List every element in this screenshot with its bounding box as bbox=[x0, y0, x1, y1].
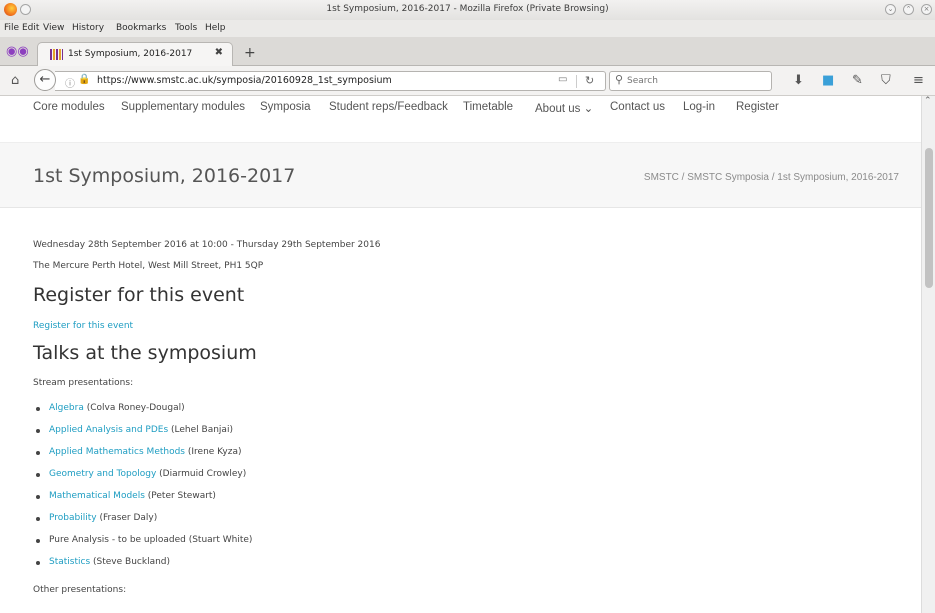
urlbar-separator bbox=[576, 75, 577, 88]
search-bar[interactable]: ⚲ bbox=[609, 71, 772, 91]
menu-file[interactable]: File bbox=[4, 23, 19, 33]
search-input[interactable] bbox=[627, 76, 767, 86]
register-link[interactable]: Register for this event bbox=[33, 321, 133, 331]
menu-view[interactable]: View bbox=[43, 23, 64, 33]
web-page: Core modules Supplementary modules Sympo… bbox=[0, 96, 921, 613]
menu-tools[interactable]: Tools bbox=[175, 23, 197, 33]
list-item: Geometry and Topology (Diarmuid Crowley) bbox=[35, 469, 247, 479]
stream-presentations-label: Stream presentations: bbox=[33, 378, 134, 388]
url-text[interactable]: https://www.smstc.ac.uk/symposia/2016092… bbox=[97, 75, 392, 86]
list-item: Algebra (Colva Roney-Dougal) bbox=[36, 403, 185, 413]
nav-register[interactable]: Register bbox=[736, 101, 779, 113]
navigation-toolbar: ⌂ ⓘ 🔒 https://www.smstc.ac.uk/symposia/2… bbox=[0, 66, 935, 96]
nav-about-us[interactable]: About us ⌄ bbox=[535, 101, 593, 115]
reader-view-icon[interactable]: ▭ bbox=[558, 74, 567, 85]
extension-icon[interactable]: ■ bbox=[822, 73, 834, 88]
menu-history[interactable]: History bbox=[72, 23, 104, 33]
window-minimize-icon[interactable]: ⌄ bbox=[885, 4, 896, 15]
nav-timetable[interactable]: Timetable bbox=[463, 101, 513, 113]
nav-supplementary-modules[interactable]: Supplementary modules bbox=[121, 101, 245, 113]
presentation-link[interactable]: Geometry and Topology bbox=[49, 469, 156, 479]
presentation-speaker: (Peter Stewart) bbox=[144, 491, 216, 501]
menu-edit[interactable]: Edit bbox=[22, 23, 39, 33]
shield-icon[interactable]: ⛉ bbox=[881, 73, 891, 88]
page-banner: 1st Symposium, 2016-2017 SMSTC / SMSTC S… bbox=[0, 142, 921, 208]
nav-symposia[interactable]: Symposia bbox=[260, 101, 311, 113]
window-maximize-icon[interactable]: ⌃ bbox=[903, 4, 914, 15]
list-item: Probability (Fraser Daly) bbox=[35, 513, 158, 523]
presentation-link[interactable]: Probability bbox=[49, 513, 97, 523]
menu-bar: File Edit View History Bookmarks Tools H… bbox=[0, 20, 935, 37]
list-item: Applied Mathematics Methods (Irene Kyza) bbox=[36, 447, 242, 457]
back-button[interactable]: ← bbox=[34, 69, 56, 91]
site-favicon-icon bbox=[50, 49, 63, 60]
tab-label: 1st Symposium, 2016-2017 bbox=[68, 49, 193, 59]
list-item: Applied Analysis and PDEs (Lehel Banjai) bbox=[36, 425, 233, 435]
site-navigation: Core modules Supplementary modules Sympo… bbox=[0, 96, 921, 142]
nav-core-modules[interactable]: Core modules bbox=[33, 101, 105, 113]
breadcrumb[interactable]: SMSTC / SMSTC Symposia / 1st Symposium, … bbox=[644, 172, 899, 183]
home-icon[interactable]: ⌂ bbox=[11, 73, 19, 88]
presentation-link[interactable]: Statistics bbox=[49, 557, 90, 567]
presentation-link[interactable]: Applied Analysis and PDEs bbox=[49, 425, 168, 435]
tab-active[interactable]: 1st Symposium, 2016-2017 ✖ bbox=[37, 42, 233, 66]
presentation-link[interactable]: Algebra bbox=[49, 403, 84, 413]
new-tab-button[interactable]: + bbox=[244, 45, 256, 61]
nav-student-reps-feedback[interactable]: Student reps/Feedback bbox=[329, 101, 448, 113]
menu-help[interactable]: Help bbox=[205, 23, 226, 33]
presentation-speaker: Pure Analysis - to be uploaded (Stuart W… bbox=[49, 535, 253, 545]
extension-pen-icon[interactable]: ✎ bbox=[852, 73, 863, 88]
event-date: Wednesday 28th September 2016 at 10:00 -… bbox=[33, 240, 381, 250]
presentation-speaker: (Fraser Daly) bbox=[96, 513, 158, 523]
lock-icon[interactable]: 🔒 bbox=[78, 74, 90, 85]
event-venue: The Mercure Perth Hotel, West Mill Stree… bbox=[33, 261, 264, 271]
list-item: Pure Analysis - to be uploaded (Stuart W… bbox=[35, 535, 253, 545]
reload-icon[interactable]: ↻ bbox=[585, 74, 594, 87]
scroll-up-arrow-icon[interactable]: ⌃ bbox=[924, 96, 932, 106]
info-icon[interactable]: ⓘ bbox=[65, 75, 75, 90]
nav-contact-us[interactable]: Contact us bbox=[610, 101, 665, 113]
talks-heading: Talks at the symposium bbox=[33, 342, 257, 364]
presentation-speaker: (Diarmuid Crowley) bbox=[156, 469, 247, 479]
window-title: 1st Symposium, 2016-2017 - Mozilla Firef… bbox=[326, 4, 609, 14]
tab-close-icon[interactable]: ✖ bbox=[215, 47, 223, 58]
scrollbar-thumb[interactable] bbox=[925, 148, 933, 288]
register-heading: Register for this event bbox=[33, 284, 245, 306]
window-titlebar: 1st Symposium, 2016-2017 - Mozilla Firef… bbox=[0, 0, 935, 20]
presentation-link[interactable]: Mathematical Models bbox=[49, 491, 145, 501]
presentation-link[interactable]: Applied Mathematics Methods bbox=[49, 447, 185, 457]
search-icon: ⚲ bbox=[615, 73, 624, 86]
downloads-icon[interactable]: ⬇ bbox=[793, 73, 804, 88]
private-browsing-mask-icon: ◉◉ bbox=[6, 44, 29, 59]
other-presentations-label: Other presentations: bbox=[33, 585, 127, 595]
url-bar[interactable]: ⓘ 🔒 https://www.smstc.ac.uk/symposia/201… bbox=[55, 71, 606, 91]
presentation-speaker: (Steve Buckland) bbox=[90, 557, 171, 567]
presentation-speaker: (Colva Roney-Dougal) bbox=[83, 403, 185, 413]
page-scrollbar[interactable]: ⌃ bbox=[921, 96, 935, 613]
list-item: Statistics (Steve Buckland) bbox=[35, 557, 171, 567]
menu-bookmarks[interactable]: Bookmarks bbox=[116, 23, 166, 33]
page-title: 1st Symposium, 2016-2017 bbox=[33, 165, 296, 187]
list-item: Mathematical Models (Peter Stewart) bbox=[36, 491, 216, 501]
tab-bar: ◉◉ 1st Symposium, 2016-2017 ✖ + bbox=[0, 37, 935, 66]
presentation-speaker: (Lehel Banjai) bbox=[168, 425, 233, 435]
nav-log-in[interactable]: Log-in bbox=[683, 101, 715, 113]
presentation-speaker: (Irene Kyza) bbox=[185, 447, 242, 457]
window-close-icon[interactable]: × bbox=[921, 4, 932, 15]
hamburger-menu-icon[interactable]: ≡ bbox=[913, 73, 924, 88]
